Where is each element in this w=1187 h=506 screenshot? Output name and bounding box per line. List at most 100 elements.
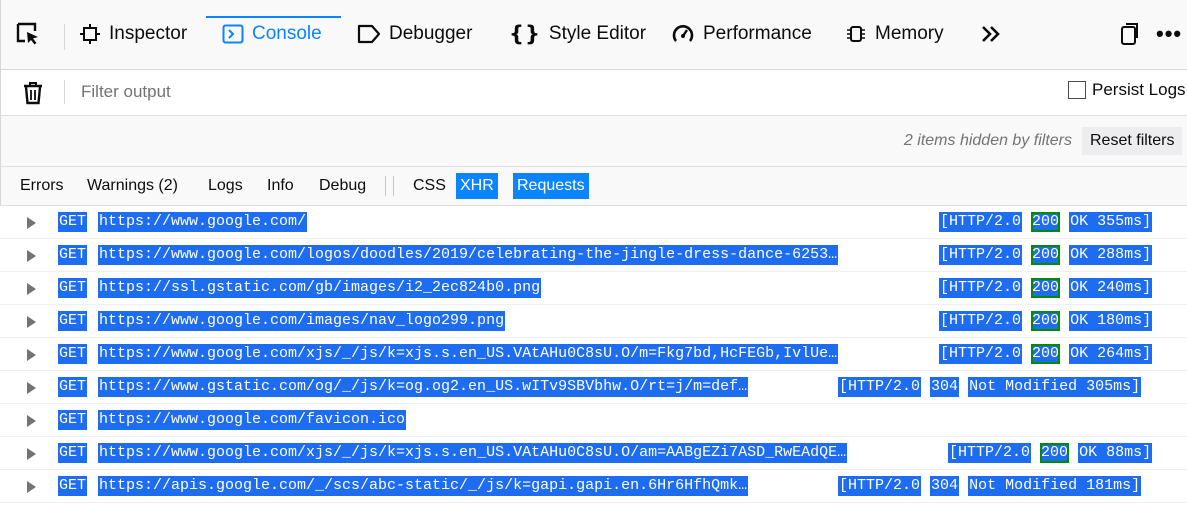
filter-info-button[interactable]: Info — [263, 173, 298, 199]
category-separator — [385, 176, 386, 196]
category-separator — [393, 176, 394, 196]
tab-label: Debugger — [389, 23, 473, 44]
expand-arrow-icon[interactable] — [27, 382, 36, 394]
expand-arrow-icon[interactable] — [27, 316, 36, 328]
debugger-icon — [357, 24, 381, 44]
expand-arrow-icon[interactable] — [27, 349, 36, 361]
expand-arrow-icon[interactable] — [27, 415, 36, 427]
tab-debugger[interactable]: Debugger — [357, 16, 472, 52]
request-url[interactable]: https://apis.google.com/_/scs/abc-static… — [98, 476, 749, 496]
expand-arrow-icon[interactable] — [27, 448, 36, 460]
tab-label: Memory — [875, 23, 944, 44]
request-url[interactable]: https://www.gstatic.com/og/_/js/k=og.og2… — [98, 377, 749, 397]
chevron-double-right-icon — [982, 26, 1000, 42]
protocol: [HTTP/2.0 — [939, 245, 1023, 265]
tab-performance[interactable]: Performance — [671, 16, 812, 52]
response-status: [HTTP/2.0 200 OK 88ms] — [948, 443, 1153, 463]
request-url[interactable]: https://ssl.gstatic.com/gb/images/i2_2ec… — [98, 278, 542, 298]
network-message[interactable]: GET https://www.google.com/favicon.ico — [0, 404, 1187, 437]
filter-requests-button[interactable]: Requests — [513, 173, 589, 199]
clear-console-button[interactable] — [23, 81, 43, 110]
network-message[interactable]: GET https://www.google.com/images/nav_lo… — [0, 305, 1187, 338]
filter-separator — [64, 80, 65, 104]
divider — [0, 502, 1187, 503]
network-message[interactable]: GET https://apis.google.com/_/scs/abc-st… — [0, 470, 1187, 503]
status-text: OK 288ms] — [1069, 245, 1153, 265]
expand-arrow-icon[interactable] — [27, 283, 36, 295]
network-message[interactable]: GET https://www.google.com/xjs/_/js/k=xj… — [0, 338, 1187, 371]
status-code: 200 — [1031, 212, 1061, 232]
tab-inspector[interactable]: Inspector — [79, 16, 187, 52]
response-status: [HTTP/2.0 304 Not Modified 181ms] — [838, 476, 1142, 496]
console-filter-bar: Persist Logs — [0, 70, 1187, 115]
filter-logs-button[interactable]: Logs — [204, 173, 247, 199]
status-code: 304 — [930, 476, 960, 496]
response-status: [HTTP/2.0 200 OK 240ms] — [939, 278, 1153, 298]
filter-xhr-button[interactable]: XHR — [456, 173, 498, 199]
persist-logs-label: Persist Logs — [1092, 80, 1186, 99]
status-code: 200 — [1031, 278, 1061, 298]
filter-errors-button[interactable]: Errors — [16, 173, 68, 199]
filter-output-input[interactable] — [71, 78, 971, 106]
status-code: 304 — [930, 377, 960, 397]
expand-arrow-icon[interactable] — [27, 250, 36, 262]
response-status: [HTTP/2.0 200 OK 355ms] — [939, 212, 1153, 232]
persist-logs-checkbox[interactable]: Persist Logs — [1068, 80, 1186, 100]
expand-arrow-icon[interactable] — [27, 217, 36, 229]
network-message[interactable]: GET https://www.gstatic.com/og/_/js/k=og… — [0, 371, 1187, 404]
network-message[interactable]: GET https://www.google.com/logos/doodles… — [0, 239, 1187, 272]
network-message[interactable]: GET https://ssl.gstatic.com/gb/images/i2… — [0, 272, 1187, 305]
status-text: OK 180ms] — [1069, 311, 1153, 331]
protocol: [HTTP/2.0 — [838, 377, 922, 397]
element-picker-button[interactable] — [15, 16, 41, 52]
request-method: GET — [58, 245, 88, 265]
request-url[interactable]: https://www.google.com/favicon.ico — [98, 410, 407, 430]
request-url[interactable]: https://www.google.com/xjs/_/js/k=xjs.s.… — [98, 443, 848, 463]
network-message[interactable]: GET https://www.google.com/ [HTTP/2.0 20… — [0, 206, 1187, 239]
status-text: Not Modified 181ms] — [968, 476, 1142, 496]
tab-style-editor[interactable]: {} Style Editor — [509, 16, 646, 52]
inspector-icon — [80, 24, 100, 44]
status-text: OK 264ms] — [1069, 344, 1153, 364]
style-editor-icon: {} — [509, 22, 541, 46]
checkbox-icon — [1068, 81, 1086, 99]
response-status: [HTTP/2.0 304 Not Modified 305ms] — [838, 377, 1142, 397]
toolbar-separator — [64, 24, 65, 50]
dock-button[interactable] — [1118, 16, 1140, 52]
tab-memory[interactable]: Memory — [845, 16, 944, 52]
request-method: GET — [58, 377, 88, 397]
protocol: [HTTP/2.0 — [939, 311, 1023, 331]
more-options-button[interactable]: ••• — [1156, 16, 1182, 52]
expand-arrow-icon[interactable] — [27, 481, 36, 493]
tab-console[interactable]: Console — [222, 16, 322, 52]
element-picker-icon — [16, 22, 38, 45]
request-url[interactable]: https://www.google.com/images/nav_logo29… — [98, 311, 506, 331]
request-method: GET — [58, 212, 88, 232]
dock-icon — [1121, 23, 1138, 45]
response-status: [HTTP/2.0 200 OK 180ms] — [939, 311, 1153, 331]
request-method: GET — [58, 311, 88, 331]
status-code: 200 — [1040, 443, 1070, 463]
console-output: GET https://www.google.com/ [HTTP/2.0 20… — [0, 206, 1187, 506]
memory-icon — [847, 26, 865, 42]
filter-debug-button[interactable]: Debug — [315, 173, 370, 199]
protocol: [HTTP/2.0 — [838, 476, 922, 496]
protocol: [HTTP/2.0 — [939, 344, 1023, 364]
protocol: [HTTP/2.0 — [939, 212, 1023, 232]
reset-filters-button[interactable]: Reset filters — [1082, 127, 1183, 155]
request-url[interactable]: https://www.google.com/ — [98, 212, 308, 232]
request-url[interactable]: https://www.google.com/xjs/_/js/k=xjs.s.… — [98, 344, 839, 364]
status-text: Not Modified 305ms] — [968, 377, 1142, 397]
filter-css-button[interactable]: CSS — [409, 173, 450, 199]
request-url[interactable]: https://www.google.com/logos/doodles/201… — [98, 245, 839, 265]
ellipsis-icon: ••• — [1156, 21, 1183, 46]
trash-icon — [24, 82, 42, 105]
tabs-overflow-button[interactable] — [979, 16, 1003, 52]
network-message[interactable]: GET https://www.google.com/xjs/_/js/k=xj… — [0, 437, 1187, 470]
status-text: OK 240ms] — [1069, 278, 1153, 298]
request-method: GET — [58, 476, 88, 496]
tab-label: Inspector — [109, 23, 188, 44]
response-status: [HTTP/2.0 200 OK 288ms] — [939, 245, 1153, 265]
filter-warnings-button[interactable]: Warnings (2) — [83, 173, 182, 199]
status-text: OK 88ms] — [1078, 443, 1153, 463]
